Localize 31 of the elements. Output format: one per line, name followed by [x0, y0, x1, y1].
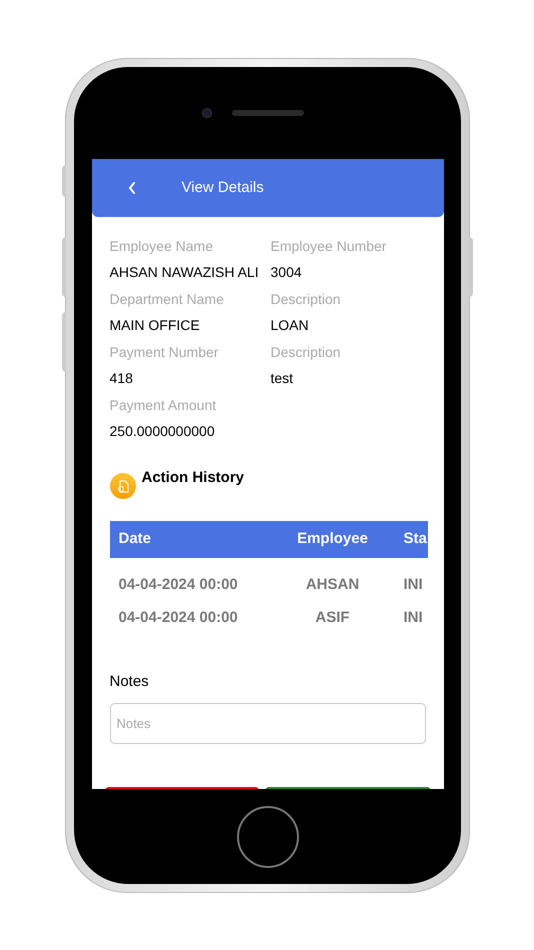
column-header: Employee — [296, 529, 369, 550]
field-value: 250.0000000000 — [110, 422, 216, 441]
field-value: 3004 — [270, 263, 303, 282]
field-value: 418 — [110, 369, 134, 388]
field-value: LOAN — [270, 316, 310, 335]
notes-label: Notes — [110, 672, 150, 692]
field-value: test — [270, 369, 294, 388]
field-label: Department Name — [110, 290, 225, 309]
document-icon — [110, 473, 136, 499]
field-label: Payment Amount — [110, 396, 218, 415]
field-value: MAIN OFFICE — [110, 316, 201, 335]
table-cell-text: INI — [402, 575, 424, 596]
field-label: Description — [270, 343, 342, 362]
section-title: Action History — [142, 468, 244, 488]
field-label: Payment Number — [110, 343, 220, 362]
notes-field[interactable]: Notes — [110, 702, 426, 744]
back-icon — [128, 182, 136, 194]
screen-title: View Details — [182, 178, 264, 198]
field-label: Description — [270, 290, 342, 309]
column-header: Date — [118, 529, 152, 550]
field-label: Employee Number — [270, 237, 388, 256]
speaker-grille — [232, 110, 304, 116]
table-cell-text: INI — [402, 608, 424, 628]
field-label: Employee Name — [110, 237, 214, 256]
table-cell-text: 04-04-2024 00:00 — [118, 608, 239, 628]
table-cell-text: 04-04-2024 00:00 — [118, 575, 239, 596]
table-cell-text: ASIF — [314, 608, 351, 628]
field-value: AHSAN NAWAZISH ALI — [110, 263, 260, 282]
column-header: Sta — [402, 529, 428, 550]
camera-icon — [202, 108, 212, 118]
table-cell-text: AHSAN — [304, 575, 360, 596]
